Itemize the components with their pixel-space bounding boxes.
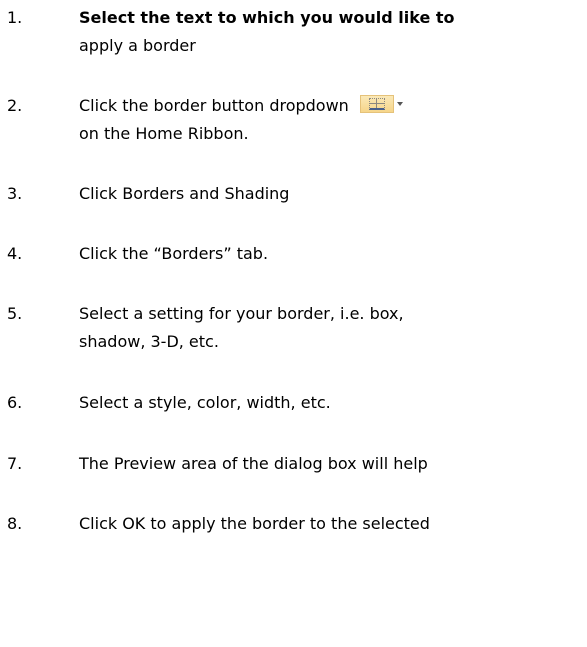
step-number: 4. bbox=[7, 244, 23, 263]
step-text: Click the border button dropdown on the … bbox=[79, 92, 587, 148]
instruction-document: 1. Select the text to which you would li… bbox=[0, 0, 587, 647]
step-number: 7. bbox=[7, 454, 23, 473]
step-line: The Preview area of the dialog box will … bbox=[79, 454, 428, 473]
step-text: Select a setting for your border, i.e. b… bbox=[79, 300, 587, 356]
step-line: shadow, 3-D, etc. bbox=[79, 332, 219, 351]
step-line-with-icon: Click the border button dropdown bbox=[79, 92, 587, 120]
step-line: apply a border bbox=[79, 36, 196, 55]
step-line: Select a setting for your border, i.e. b… bbox=[79, 304, 404, 323]
step-text: Select the text to which you would like … bbox=[79, 4, 587, 60]
step-text: Select a style, color, width, etc. bbox=[79, 389, 587, 417]
step-number: 3. bbox=[7, 184, 23, 203]
step-text: Click OK to apply the border to the sele… bbox=[79, 510, 587, 538]
step-line: on the Home Ribbon. bbox=[79, 124, 249, 143]
step-number: 2. bbox=[7, 96, 23, 115]
step-line: Click the “Borders” tab. bbox=[79, 244, 269, 263]
step-line: Click Borders and Shading bbox=[79, 184, 290, 203]
step-number: 6. bbox=[7, 393, 23, 412]
step-text: Click the “Borders” tab. bbox=[79, 240, 587, 268]
chevron-down-icon bbox=[396, 102, 403, 106]
step-text: Click Borders and Shading bbox=[79, 180, 587, 208]
border-grid-icon bbox=[368, 98, 385, 110]
border-dropdown-icon bbox=[359, 95, 406, 113]
step-number: 8. bbox=[7, 514, 23, 533]
step-line: Click OK to apply the border to the sele… bbox=[79, 514, 430, 533]
step-text: The Preview area of the dialog box will … bbox=[79, 450, 587, 478]
step-number: 1. bbox=[7, 8, 23, 27]
step-line: Select the text to which you would like … bbox=[79, 8, 455, 27]
step-line: Select a style, color, width, etc. bbox=[79, 393, 331, 412]
step-line: Click the border button dropdown bbox=[79, 96, 349, 115]
step-number: 5. bbox=[7, 304, 23, 323]
